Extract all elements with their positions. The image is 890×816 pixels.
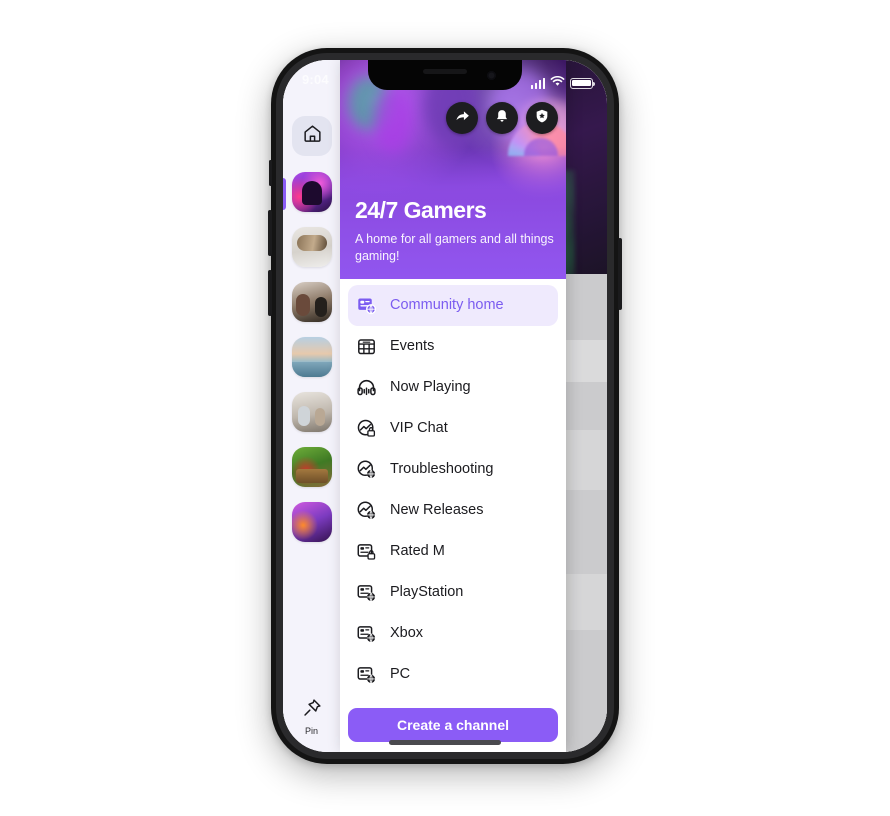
headphones-icon — [356, 377, 377, 398]
rail-community-4[interactable] — [292, 392, 332, 432]
notifications-button[interactable] — [486, 102, 518, 134]
earpiece-speaker — [423, 69, 467, 74]
channel-item-vip-chat[interactable]: VIP Chat — [348, 408, 558, 449]
chat-lock-icon — [356, 418, 377, 439]
chat-globe-icon — [356, 500, 377, 521]
community-drawer: 24/7 Gamers A home for all gamers and al… — [340, 60, 566, 752]
banner-text-block: 24/7 Gamers A home for all gamers and al… — [355, 197, 554, 265]
channel-item-community-home[interactable]: Community home — [348, 285, 558, 326]
rail-home-button[interactable] — [292, 116, 332, 156]
share-button[interactable] — [446, 102, 478, 134]
channel-label: Troubleshooting — [390, 461, 494, 478]
channel-label: Community home — [390, 297, 504, 314]
volume-up-button[interactable] — [268, 210, 272, 256]
rail-community-2[interactable] — [292, 282, 332, 322]
community-home-icon — [356, 295, 377, 316]
admin-tools-button[interactable] — [526, 102, 558, 134]
phone-screen: 24 F New Che — [283, 60, 607, 752]
community-banner: 24/7 Gamers A home for all gamers and al… — [340, 60, 566, 279]
rail-scroll-area[interactable] — [283, 116, 340, 690]
canvas: 24 F New Che — [0, 0, 890, 816]
volume-down-button[interactable] — [268, 270, 272, 316]
device-notch — [368, 60, 522, 90]
channel-item-xbox[interactable]: Xbox — [348, 613, 558, 654]
chat-globe-icon — [356, 459, 377, 480]
phone-device: 24 F New Che — [268, 48, 622, 764]
bell-icon — [494, 108, 510, 129]
community-description: A home for all gamers and all things gam… — [355, 231, 554, 263]
calendar-grid-icon — [356, 336, 377, 357]
home-icon — [302, 123, 323, 149]
channel-label: PC — [390, 666, 411, 683]
pin-label: Pin — [304, 726, 318, 736]
channel-item-pc[interactable]: PC — [348, 654, 558, 695]
rail-community-0[interactable] — [292, 172, 332, 212]
shield-star-icon — [534, 108, 550, 129]
mute-switch[interactable] — [269, 160, 272, 186]
channel-label: PlayStation — [390, 584, 464, 601]
channel-label: Xbox — [390, 625, 424, 642]
channel-item-now-playing[interactable]: Now Playing — [348, 367, 558, 408]
channel-globe-icon — [356, 623, 377, 644]
channel-lock-icon — [356, 541, 377, 562]
create-channel-button[interactable]: Create a channel — [348, 708, 558, 742]
rail-community-1[interactable] — [292, 227, 332, 267]
rail-community-6[interactable] — [292, 502, 332, 542]
power-button[interactable] — [618, 238, 622, 310]
pushpin-icon — [301, 697, 323, 724]
pin-button[interactable]: Pin — [283, 697, 340, 736]
channel-label: VIP Chat — [390, 420, 448, 437]
channel-list[interactable]: Community home Events Now Playing VIP Ch… — [340, 279, 566, 702]
rail-community-5[interactable] — [292, 447, 332, 487]
banner-action-buttons — [446, 102, 558, 134]
channel-item-rated-m[interactable]: Rated M — [348, 531, 558, 572]
community-rail: Pin — [283, 60, 340, 752]
channel-item-playstation[interactable]: PlayStation — [348, 572, 558, 613]
community-title: 24/7 Gamers — [355, 197, 487, 224]
channel-item-new-releases[interactable]: New Releases — [348, 490, 558, 531]
home-indicator[interactable] — [389, 740, 501, 745]
share-icon — [454, 107, 471, 129]
channel-item-troubleshooting[interactable]: Troubleshooting — [348, 449, 558, 490]
channel-label: Events — [390, 338, 435, 355]
channel-label: Now Playing — [390, 379, 471, 396]
front-camera — [487, 71, 496, 80]
app-root: 24 F New Che — [283, 60, 607, 752]
channel-item-events[interactable]: Events — [348, 326, 558, 367]
channel-label: Rated M — [390, 543, 445, 560]
channel-globe-icon — [356, 582, 377, 603]
channel-label: New Releases — [390, 502, 484, 519]
rail-community-3[interactable] — [292, 337, 332, 377]
channel-globe-icon — [356, 664, 377, 685]
rail-active-indicator — [283, 178, 286, 210]
